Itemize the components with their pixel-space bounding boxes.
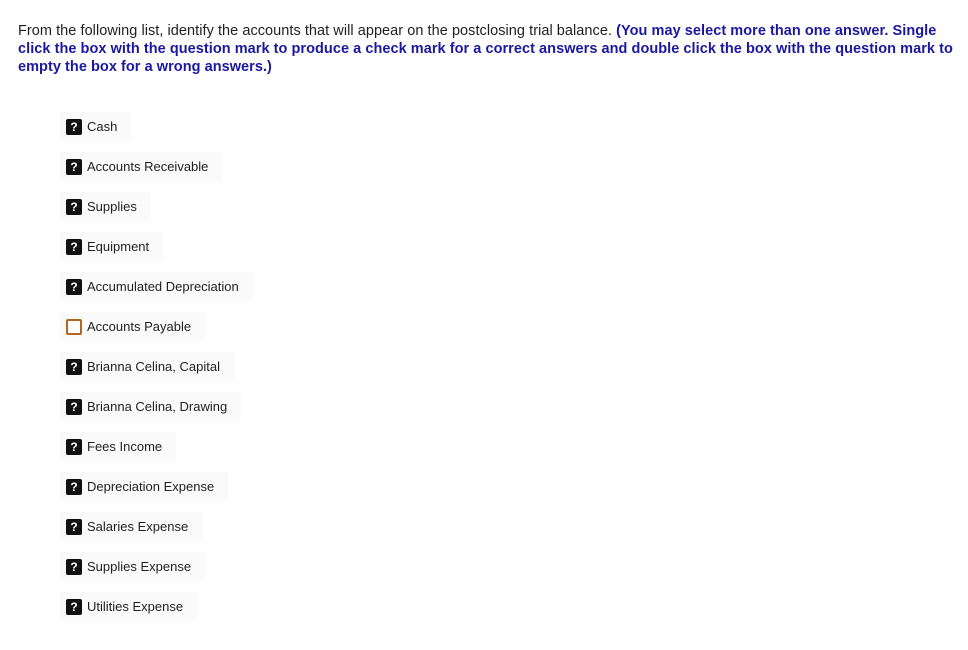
option-label: Supplies (87, 199, 137, 214)
option-accounts-receivable[interactable]: ? Accounts Receivable (60, 152, 223, 181)
option-salaries-expense[interactable]: ? Salaries Expense (60, 512, 203, 541)
question-mark-checkbox-icon[interactable]: ? (66, 518, 82, 535)
option-label: Depreciation Expense (87, 479, 215, 494)
question-mark-checkbox-icon[interactable]: ? (66, 158, 82, 175)
question-mark-checkbox-icon[interactable]: ? (66, 398, 82, 415)
option-fees-income[interactable]: ? Fees Income (60, 432, 177, 461)
option-label: Brianna Celina, Drawing (87, 399, 228, 414)
question-mark-checkbox-icon[interactable]: ? (66, 438, 82, 455)
option-label: Accounts Payable (87, 319, 192, 334)
option-label: Accounts Receivable (87, 159, 209, 174)
option-label: Equipment (87, 239, 150, 254)
option-equipment[interactable]: ? Equipment (60, 232, 164, 261)
option-depreciation-expense[interactable]: ? Depreciation Expense (60, 472, 229, 501)
question-mark-checkbox-icon[interactable]: ? (66, 358, 82, 375)
option-accumulated-depreciation[interactable]: ? Accumulated Depreciation (60, 272, 253, 301)
question-text: From the following list, identify the ac… (18, 22, 958, 76)
option-accounts-payable[interactable]: Accounts Payable (60, 312, 206, 341)
option-label: Utilities Expense (87, 599, 184, 614)
question-mark-checkbox-icon[interactable]: ? (66, 478, 82, 495)
option-label: Salaries Expense (87, 519, 189, 534)
option-utilities-expense[interactable]: ? Utilities Expense (60, 592, 198, 621)
question-mark-checkbox-icon[interactable]: ? (66, 238, 82, 255)
option-supplies[interactable]: ? Supplies (60, 192, 151, 221)
empty-checkbox-icon[interactable] (66, 318, 82, 335)
answer-options-list: ? Cash ? Accounts Receivable ? Supplies … (60, 112, 253, 632)
option-cash[interactable]: ? Cash (60, 112, 132, 141)
option-label: Fees Income (87, 439, 163, 454)
option-drawing[interactable]: ? Brianna Celina, Drawing (60, 392, 242, 421)
option-label: Brianna Celina, Capital (87, 359, 220, 374)
question-mark-checkbox-icon[interactable]: ? (66, 558, 82, 575)
question-mark-checkbox-icon[interactable]: ? (66, 118, 82, 135)
option-label: Cash (87, 119, 118, 134)
question-mark-checkbox-icon[interactable]: ? (66, 278, 82, 295)
option-label: Supplies Expense (87, 559, 192, 574)
option-supplies-expense[interactable]: ? Supplies Expense (60, 552, 206, 581)
question-prompt: From the following list, identify the ac… (18, 23, 613, 39)
question-mark-checkbox-icon[interactable]: ? (66, 198, 82, 215)
question-mark-checkbox-icon[interactable]: ? (66, 598, 82, 615)
option-capital[interactable]: ? Brianna Celina, Capital (60, 352, 234, 381)
option-label: Accumulated Depreciation (87, 279, 239, 294)
